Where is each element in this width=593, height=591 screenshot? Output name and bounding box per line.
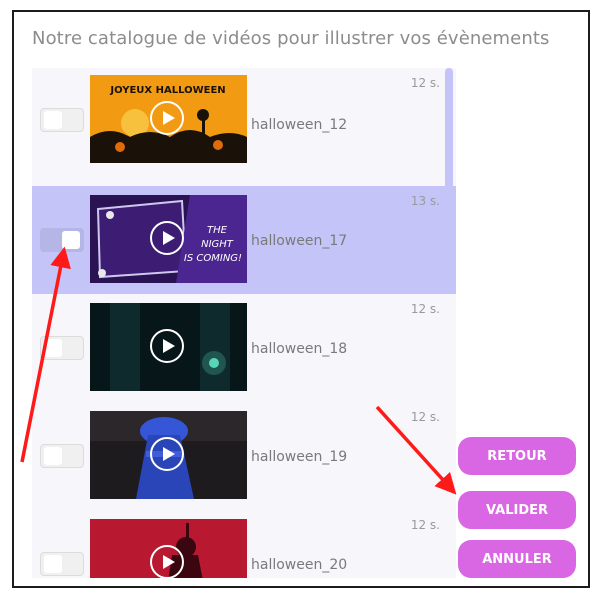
arrow-to-valider: [375, 405, 457, 495]
arrow-to-toggle: [20, 246, 71, 463]
annotation-arrows: [20, 246, 457, 495]
